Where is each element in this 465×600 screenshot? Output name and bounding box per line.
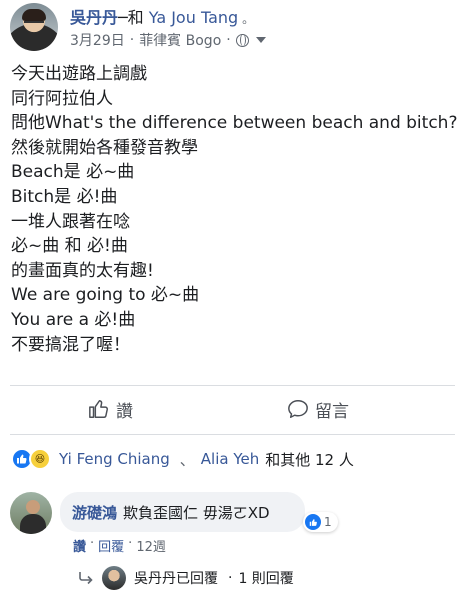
reactor-name-1[interactable]: Yi Feng Chiang [59,450,170,468]
post-line: 的畫面真的太有趣! [11,260,154,281]
meta-separator-2: · [226,32,231,48]
comment-text: 欺負歪國仁 毋湯ㄛXD [123,503,270,522]
post-title: 吳丹丹─和 Ya Jou Tang 。 [70,4,254,28]
post-location[interactable]: 菲律賓 Bogo [139,30,221,50]
post-meta: 3月29日 · 菲律賓 Bogo · [70,30,266,50]
commenter-avatar[interactable] [10,492,52,534]
like-label: 讚 [116,401,133,422]
comment-reaction-badge[interactable]: 1 [303,512,338,532]
avatar-body [20,514,46,534]
author-avatar[interactable] [10,3,58,51]
reply-dot: · [228,570,233,586]
replier-name: 吳丹丹已回覆 [134,571,218,587]
haha-reaction-icon: 😆 [29,448,51,470]
chevron-down-icon[interactable] [255,37,266,43]
view-replies[interactable]: 吳丹丹已回覆 · 1 則回覆 [78,564,294,592]
post-line: Beach是 必~曲 [11,162,135,183]
post-line: You are a 必!曲 [11,309,136,330]
comment-button[interactable]: 留言 [287,391,349,427]
author-name[interactable]: 吳丹丹 [70,8,118,27]
comment-like-link[interactable]: 讚 [73,536,86,555]
post-line: 同行阿拉伯人 [11,88,113,109]
comment-bubble: 游礎鴻 欺負歪國仁 毋湯ㄛXD [60,492,305,532]
reply-arrow-icon [79,572,93,585]
post-line: 一堆人跟著在唸 [11,211,130,232]
globe-icon[interactable] [235,33,249,47]
comment-label: 留言 [315,401,349,422]
comment-bubble-icon [288,400,308,418]
post-body: 今天出遊路上調戲 同行阿拉伯人 問他What's the difference … [11,62,461,357]
comment-time[interactable]: 12週 [136,536,166,555]
post-line: 今天出遊路上調戲 [11,64,147,84]
post-line: 然後就開始各種發音教學 [11,137,198,158]
like-button[interactable]: 讚 [88,391,133,427]
comment-actions-dot: · [90,536,95,551]
post-line: We are going to 必~曲 [11,285,200,306]
commenter-name[interactable]: 游礎鴻 [72,502,117,523]
reply-count: 1 則回覆 [238,571,294,587]
reactors-others[interactable]: 和其他 12 人 [265,449,354,470]
title-dot: 。 [242,12,255,26]
meta-separator: · [129,32,135,48]
divider-top [10,385,455,386]
comment-actions-dot-2: · [128,536,133,551]
post-line: 問他What's the difference between beach an… [11,113,458,134]
replier-avatar [102,566,126,590]
reactor-name-2[interactable]: Alia Yeh [201,450,259,468]
post-line: 不要搞混了喔！ [11,334,130,355]
comment-like-count: 1 [324,515,332,529]
avatar-head [26,500,40,514]
with-text: ─和 [118,8,144,27]
reactor-separator: 、 [179,450,195,469]
avatar-hair [22,9,46,21]
thumbs-up-icon [89,400,109,418]
tagged-person[interactable]: Ya Jou Tang [149,8,238,27]
post-actions: 讚 留言 [0,391,465,427]
post-line: 必~曲 和 必!曲 [11,236,128,257]
post-date[interactable]: 3月29日 [70,30,125,50]
post-header: 吳丹丹─和 Ya Jou Tang 。 3月29日 · 菲律賓 Bogo · [0,0,465,56]
comment-actions: 讚 · 回覆 · 12週 [73,536,166,555]
divider-bottom [10,434,455,435]
post-line: Bitch是 必!曲 [11,186,118,207]
like-reaction-icon [305,514,321,530]
avatar-glasses [24,21,44,25]
reactions-summary[interactable]: 😆 Yi Feng Chiang 、 Alia Yeh 和其他 12 人 [11,446,354,472]
comment-reply-link[interactable]: 回覆 [98,536,124,555]
